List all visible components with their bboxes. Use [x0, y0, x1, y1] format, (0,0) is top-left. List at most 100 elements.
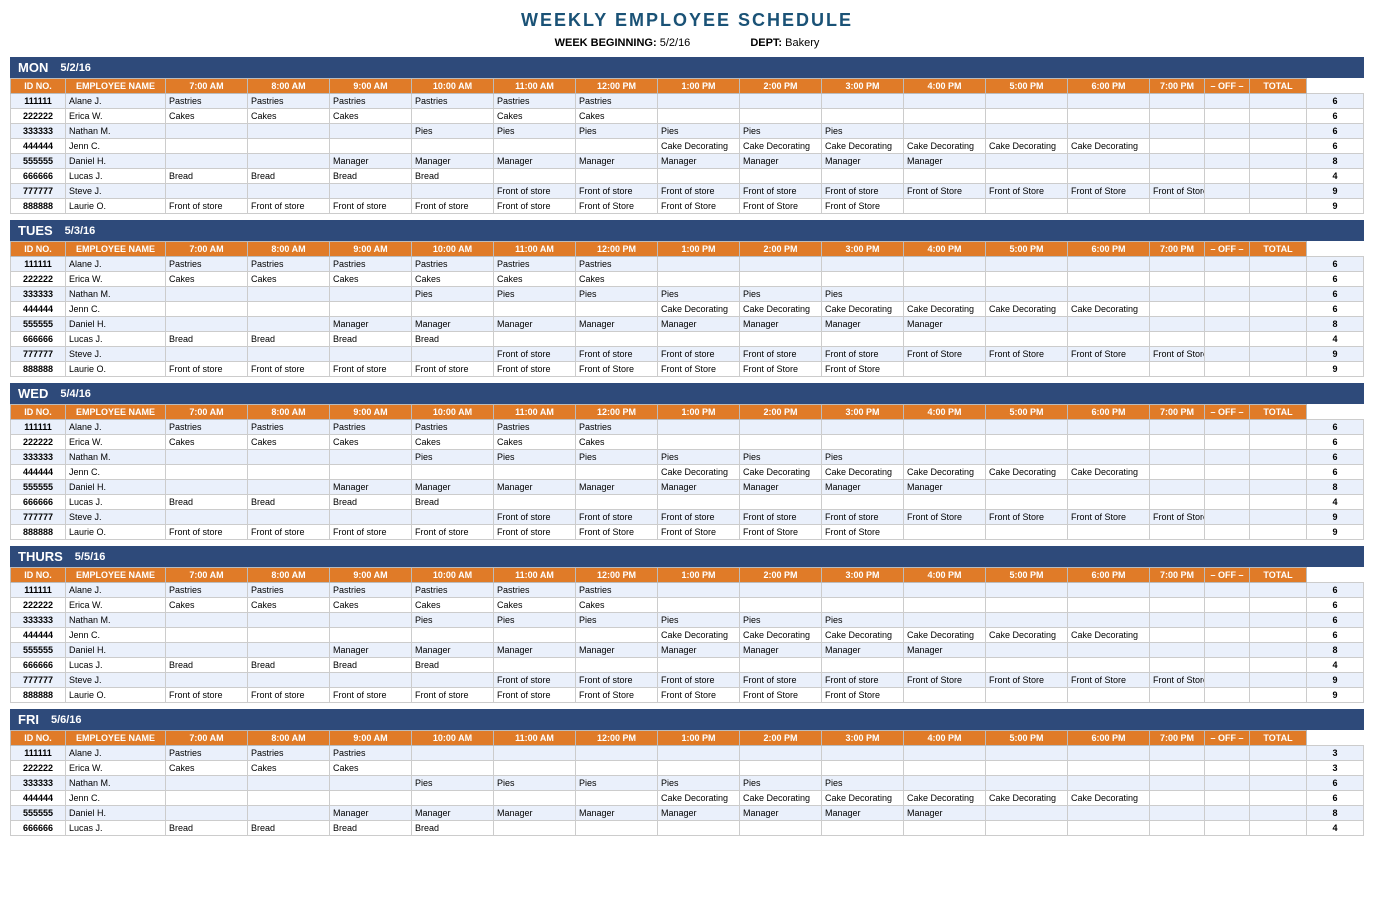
off-cell [1250, 776, 1307, 791]
time-slot-12 [1150, 806, 1205, 821]
schedule-table: ID NO.EMPLOYEE NAME7:00 AM8:00 AM9:00 AM… [10, 567, 1364, 703]
time-slot-11 [1068, 761, 1150, 776]
col-header-6: 11:00 AM [494, 405, 576, 420]
time-slot-2 [330, 776, 412, 791]
time-slot-13 [1205, 199, 1250, 214]
time-slot-3: Bread [412, 821, 494, 836]
total-cell: 3 [1307, 761, 1364, 776]
time-slot-9 [904, 776, 986, 791]
time-slot-8 [822, 420, 904, 435]
time-slot-2: Pastries [330, 257, 412, 272]
table-row: 888888Laurie O.Front of storeFront of st… [11, 688, 1364, 703]
time-slot-3: Bread [412, 658, 494, 673]
employee-id: 777777 [11, 184, 66, 199]
time-slot-7 [740, 821, 822, 836]
off-cell [1250, 435, 1307, 450]
employee-id: 555555 [11, 643, 66, 658]
time-slot-11 [1068, 450, 1150, 465]
time-slot-4: Manager [494, 480, 576, 495]
time-slot-5: Cakes [576, 598, 658, 613]
time-slot-0 [166, 673, 248, 688]
time-slot-1: Front of store [248, 688, 330, 703]
time-slot-6: Pies [658, 287, 740, 302]
time-slot-6: Front of Store [658, 525, 740, 540]
time-slot-13 [1205, 302, 1250, 317]
employee-name: Jenn C. [66, 302, 166, 317]
day-date: 5/3/16 [65, 225, 96, 237]
employee-name: Laurie O. [66, 525, 166, 540]
employee-name: Nathan M. [66, 613, 166, 628]
col-header-14: 7:00 PM [1150, 731, 1205, 746]
col-header-9: 2:00 PM [740, 242, 822, 257]
employee-id: 666666 [11, 658, 66, 673]
employee-name: Laurie O. [66, 199, 166, 214]
time-slot-9 [904, 598, 986, 613]
time-slot-12 [1150, 139, 1205, 154]
col-header-3: 8:00 AM [248, 405, 330, 420]
time-slot-12 [1150, 791, 1205, 806]
schedule-container: MON5/2/16 ID NO.EMPLOYEE NAME7:00 AM8:00 … [10, 57, 1364, 836]
col-header-16: TOTAL [1250, 405, 1307, 420]
col-header-13: 6:00 PM [1068, 405, 1150, 420]
time-slot-3: Front of store [412, 199, 494, 214]
time-slot-8: Manager [822, 806, 904, 821]
time-slot-6 [658, 746, 740, 761]
time-slot-4: Front of store [494, 347, 576, 362]
time-slot-5: Manager [576, 806, 658, 821]
table-row: 444444Jenn C.Cake DecoratingCake Decorat… [11, 465, 1364, 480]
time-slot-10 [986, 643, 1068, 658]
time-slot-2 [330, 347, 412, 362]
table-row: 222222Erica W.CakesCakesCakesCakesCakes6 [11, 109, 1364, 124]
employee-id: 333333 [11, 287, 66, 302]
time-slot-10 [986, 420, 1068, 435]
col-header-8: 1:00 PM [658, 405, 740, 420]
time-slot-4: Pies [494, 613, 576, 628]
time-slot-3 [412, 347, 494, 362]
total-cell: 4 [1307, 821, 1364, 836]
time-slot-4 [494, 628, 576, 643]
time-slot-2: Pastries [330, 746, 412, 761]
col-header-3: 8:00 AM [248, 731, 330, 746]
time-slot-0: Bread [166, 658, 248, 673]
time-slot-3 [412, 510, 494, 525]
off-cell [1250, 272, 1307, 287]
time-slot-2: Pastries [330, 583, 412, 598]
time-slot-11: Front of Store [1068, 184, 1150, 199]
time-slot-7: Cake Decorating [740, 628, 822, 643]
time-slot-6 [658, 495, 740, 510]
time-slot-5: Front of Store [576, 525, 658, 540]
time-slot-4 [494, 169, 576, 184]
time-slot-5: Pies [576, 124, 658, 139]
day-header: FRI5/6/16 [10, 709, 1364, 730]
time-slot-4 [494, 139, 576, 154]
col-header-7: 12:00 PM [576, 242, 658, 257]
time-slot-10: Cake Decorating [986, 791, 1068, 806]
schedule-table: ID NO.EMPLOYEE NAME7:00 AM8:00 AM9:00 AM… [10, 241, 1364, 377]
table-row: 888888Laurie O.Front of storeFront of st… [11, 199, 1364, 214]
time-slot-5: Front of Store [576, 688, 658, 703]
time-slot-1: Cakes [248, 272, 330, 287]
time-slot-8: Front of Store [822, 362, 904, 377]
time-slot-2: Manager [330, 480, 412, 495]
time-slot-2: Cakes [330, 435, 412, 450]
employee-id: 444444 [11, 302, 66, 317]
employee-id: 777777 [11, 510, 66, 525]
time-slot-2: Bread [330, 495, 412, 510]
time-slot-9 [904, 495, 986, 510]
col-header-15: – OFF – [1205, 731, 1250, 746]
employee-name: Daniel H. [66, 480, 166, 495]
time-slot-9: Cake Decorating [904, 465, 986, 480]
time-slot-6 [658, 821, 740, 836]
time-slot-8: Front of store [822, 510, 904, 525]
time-slot-5: Pastries [576, 420, 658, 435]
time-slot-3: Cakes [412, 435, 494, 450]
time-slot-4: Cakes [494, 598, 576, 613]
time-slot-1: Bread [248, 332, 330, 347]
time-slot-13 [1205, 347, 1250, 362]
time-slot-10 [986, 332, 1068, 347]
time-slot-0 [166, 806, 248, 821]
time-slot-1: Bread [248, 821, 330, 836]
time-slot-0 [166, 347, 248, 362]
col-header-4: 9:00 AM [330, 405, 412, 420]
day-header: MON5/2/16 [10, 57, 1364, 78]
